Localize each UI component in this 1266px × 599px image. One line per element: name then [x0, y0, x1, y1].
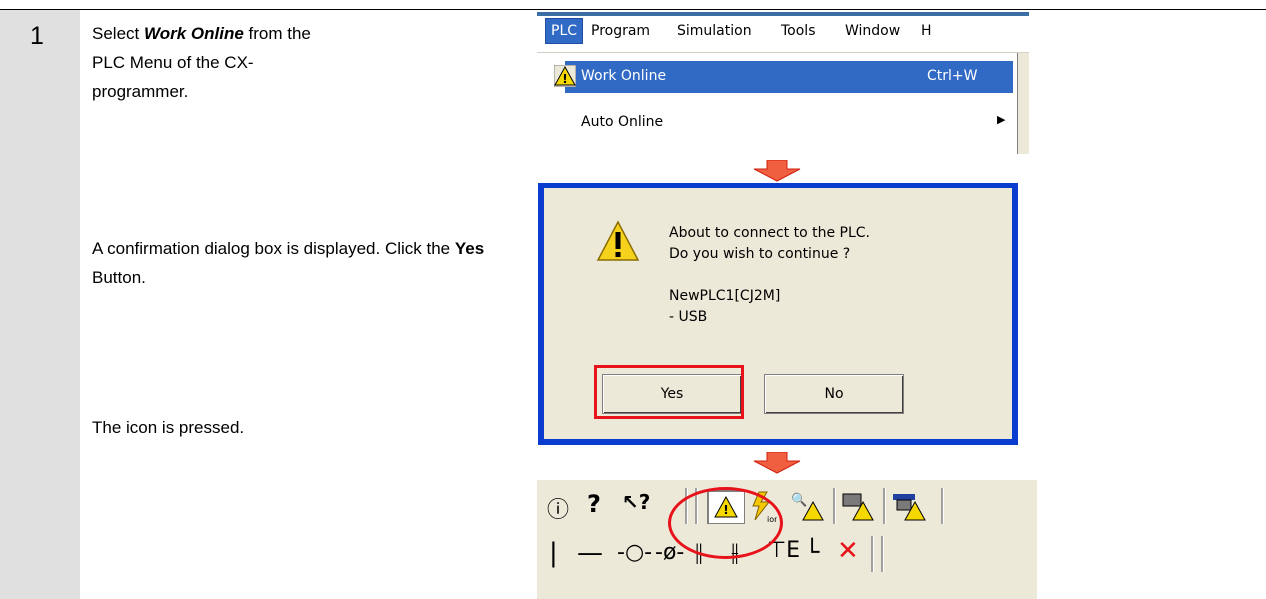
menu-tools[interactable]: Tools — [781, 23, 816, 39]
down-arrow-icon — [753, 160, 801, 182]
help-icon[interactable]: ? — [587, 490, 601, 518]
dialog-device: NewPLC1[CJ2M] — [669, 288, 781, 304]
step1-instruction: Select Work Online from the PLC Menu of … — [92, 19, 342, 106]
dialog-line1: About to connect to the PLC. — [669, 225, 871, 241]
step2-text-pre: A confirmation dialog box is displayed. … — [92, 239, 455, 258]
submenu-arrow-icon: ▶ — [997, 114, 1006, 126]
toolbar-separator — [941, 488, 944, 524]
menu-item-auto-online[interactable]: Auto Online — [581, 114, 663, 130]
confirm-dialog: About to connect to the PLC. Do you wish… — [538, 183, 1018, 445]
step3-instruction: The icon is pressed. — [92, 418, 245, 437]
dialog-line2: Do you wish to continue ? — [669, 246, 851, 262]
dialog-body: About to connect to the PLC. Do you wish… — [544, 188, 1012, 439]
transfer-icon[interactable] — [891, 488, 927, 522]
yes-highlight — [594, 365, 744, 419]
menu-plc[interactable]: PLC — [545, 18, 584, 44]
vertical-line-icon[interactable]: | — [549, 538, 558, 568]
warning-icon — [596, 220, 640, 261]
info-icon[interactable]: ⓘ — [547, 492, 569, 524]
menu-bar-edge — [537, 12, 1029, 16]
top-rule — [0, 9, 1266, 10]
menu-simulation[interactable]: Simulation — [677, 23, 752, 39]
context-help-icon[interactable]: ↖? — [622, 490, 650, 514]
step-number: 1 — [30, 22, 44, 50]
highlight-circle — [668, 487, 783, 559]
svg-text:!: ! — [562, 72, 567, 86]
plc-menu-screenshot: PLC Program Simulation Tools Window H ! … — [537, 12, 1029, 154]
down-arrow-icon — [753, 452, 801, 474]
step2-bold: Yes — [454, 239, 485, 258]
no-button[interactable]: No — [764, 374, 904, 414]
horizontal-line-icon[interactable]: — — [577, 538, 603, 568]
monitor-icon[interactable]: 🔍 — [789, 490, 825, 522]
step-column — [0, 10, 80, 599]
toolbar-separator — [871, 536, 874, 572]
step2-text-post: Button. — [92, 268, 146, 287]
toolbar-separator — [833, 488, 836, 524]
step1-emphasis: Work Online — [143, 24, 244, 43]
menu-program[interactable]: Program — [591, 23, 650, 39]
delete-icon[interactable]: ✕ — [837, 536, 859, 566]
step2-instruction: A confirmation dialog box is displayed. … — [92, 234, 512, 292]
toolbar-separator — [881, 536, 884, 572]
toolbar-screenshot: ⓘ ? ↖? ! ion 🔍 | — -○- -ø- ⫲ ⫲ ⊤E └ ✕ — [537, 480, 1037, 599]
corner-icon[interactable]: └ — [805, 538, 819, 566]
toolbar-separator — [883, 488, 886, 524]
work-online-shortcut: Ctrl+W — [927, 68, 978, 84]
dialog-message: About to connect to the PLC. Do you wish… — [669, 223, 870, 328]
work-online-label: Work Online — [581, 68, 667, 84]
contact-icon[interactable]: -○- — [617, 540, 652, 565]
svg-text:🔍: 🔍 — [791, 491, 807, 508]
menu-window[interactable]: Window — [845, 23, 900, 39]
menu-help[interactable]: H — [921, 23, 932, 39]
menu-bar: PLC Program Simulation Tools Window H — [537, 12, 1029, 53]
compare-icon[interactable] — [841, 490, 875, 522]
warning-icon: ! — [554, 65, 576, 87]
plc-dropdown: ! Work Online Ctrl+W Auto Online ▶ — [537, 53, 1018, 154]
dialog-connection: - USB — [669, 309, 708, 325]
step1-text-pre: Select — [92, 24, 144, 43]
